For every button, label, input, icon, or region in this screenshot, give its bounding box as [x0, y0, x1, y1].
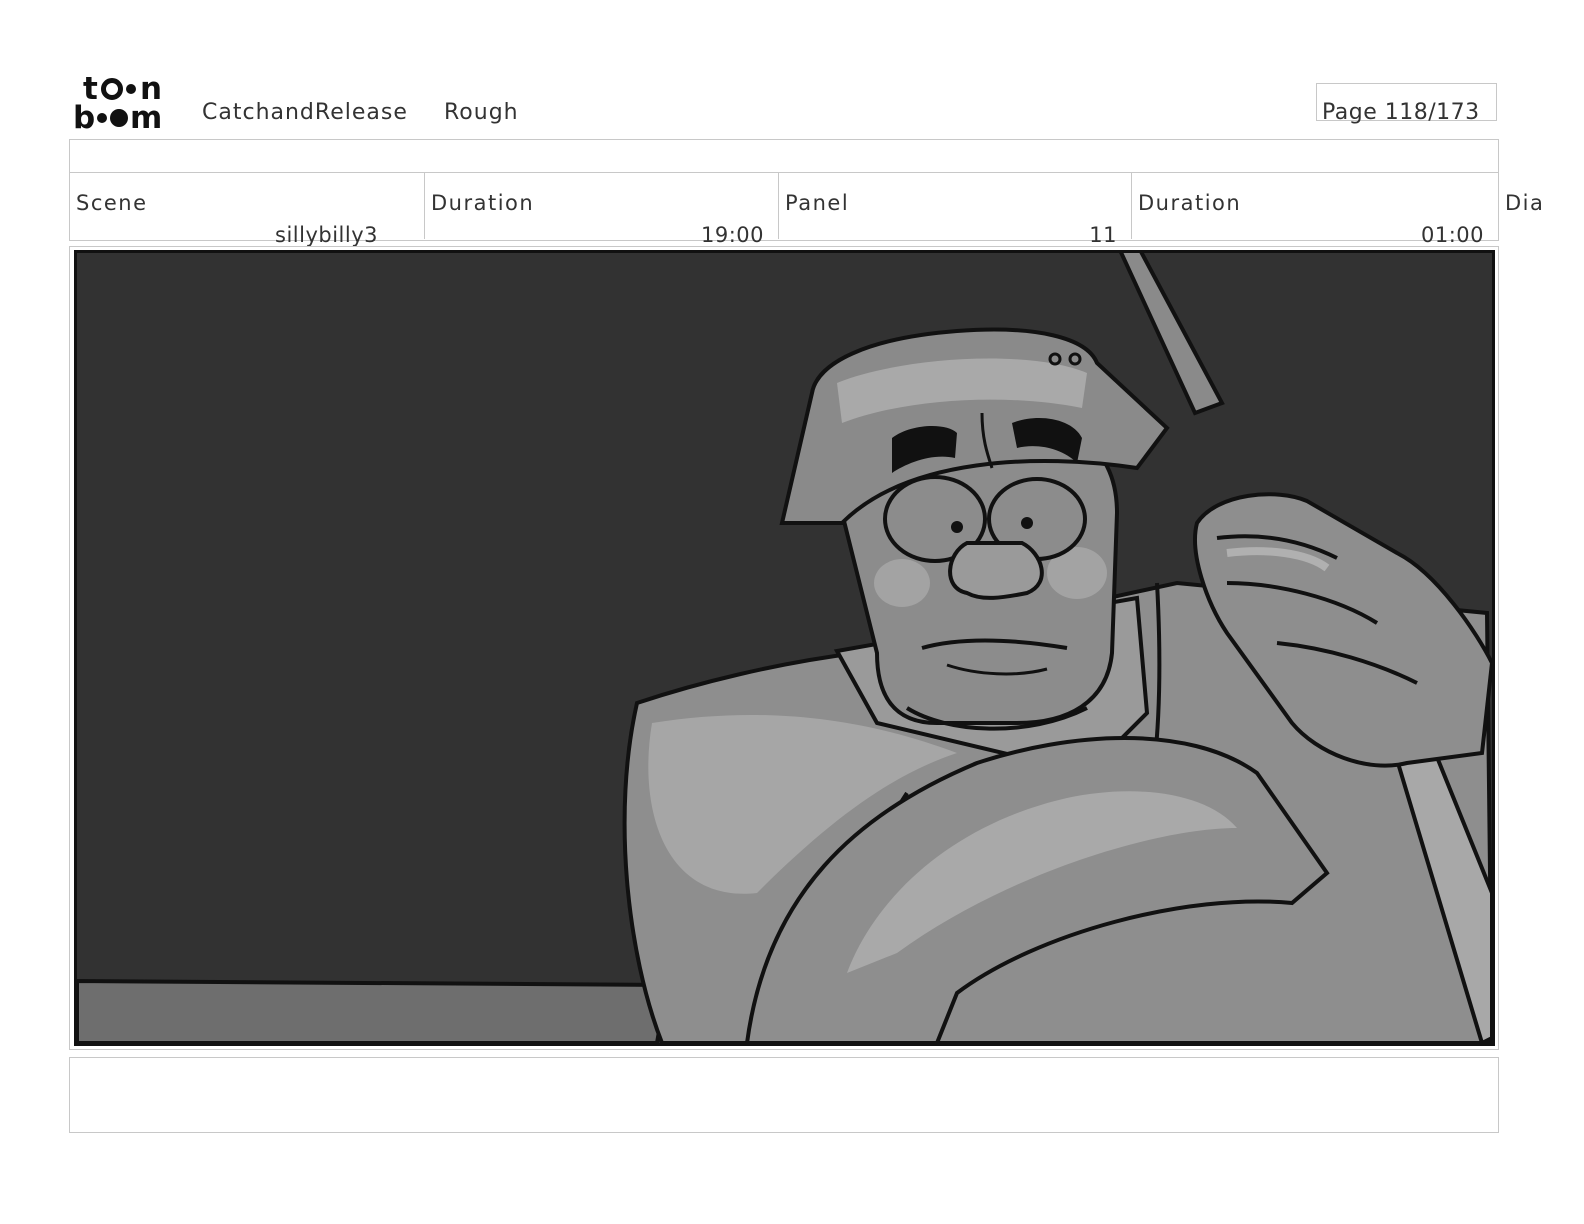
- panel-label: Panel: [785, 191, 850, 215]
- panel-illustration: [77, 253, 1492, 1043]
- panel-value: 11: [1089, 223, 1117, 247]
- scene-label: Scene: [76, 191, 148, 215]
- scene-value: sillybilly3: [275, 223, 378, 247]
- stage-label: Rough: [444, 100, 519, 125]
- storyboard-panel: [74, 250, 1495, 1046]
- svg-text:b: b: [73, 100, 95, 132]
- panel-duration-cell: Duration 01:00: [1132, 173, 1498, 247]
- scene-duration-value: 19:00: [700, 223, 764, 247]
- scene-cell: Scene sillybilly3: [70, 173, 425, 247]
- info-row: Scene sillybilly3 Duration 19:00 Panel 1…: [69, 173, 1499, 247]
- dialog-label: Dia: [1505, 191, 1545, 215]
- header-strip: [69, 139, 1499, 173]
- toonboom-logo: t n b m: [73, 72, 162, 132]
- scene-duration-label: Duration: [431, 191, 535, 215]
- panel-duration-value: 01:00: [1420, 223, 1484, 247]
- svg-text:m: m: [130, 100, 162, 132]
- panel-cell: Panel 11: [779, 173, 1132, 247]
- panel-duration-label: Duration: [1138, 191, 1242, 215]
- page-number: Page 118/173: [1322, 100, 1480, 125]
- project-title: CatchandRelease: [202, 100, 408, 125]
- scene-duration-cell: Duration 19:00: [425, 173, 779, 247]
- notes-box: [69, 1057, 1499, 1133]
